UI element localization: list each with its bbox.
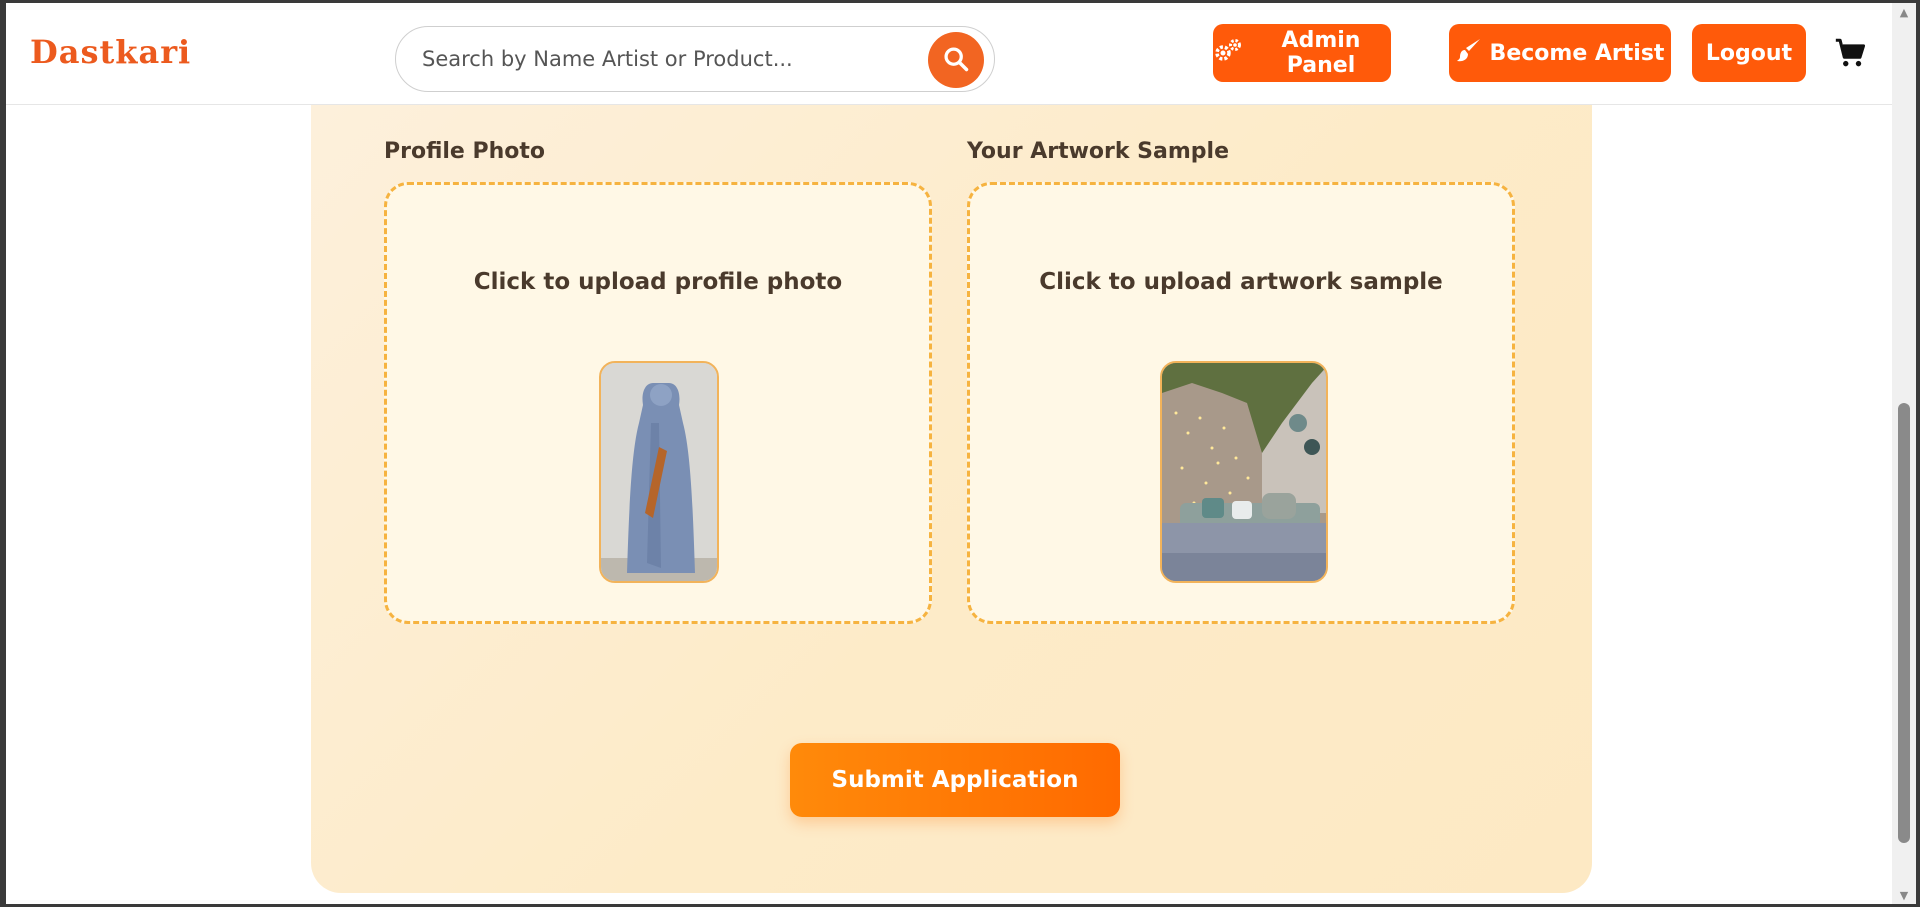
search-bar: [395, 26, 995, 92]
profile-photo-upload[interactable]: Click to upload profile photo: [384, 182, 932, 624]
become-artist-button[interactable]: Become Artist: [1449, 24, 1671, 82]
artwork-sample-preview: [1160, 361, 1328, 583]
profile-upload-text: Click to upload profile photo: [473, 269, 843, 295]
gears-icon: [1213, 37, 1243, 69]
submit-application-button[interactable]: Submit Application: [790, 743, 1120, 817]
cart-button[interactable]: [1832, 37, 1868, 73]
logout-button[interactable]: Logout: [1692, 24, 1806, 82]
vertical-scrollbar[interactable]: ▲ ▼: [1892, 3, 1916, 904]
scroll-up-arrow-icon[interactable]: ▲: [1892, 3, 1916, 21]
admin-panel-button[interactable]: Admin Panel: [1213, 24, 1391, 82]
site-logo[interactable]: Dastkari: [30, 33, 191, 71]
scrollbar-thumb[interactable]: [1898, 403, 1910, 843]
profile-photo-label: Profile Photo: [384, 139, 546, 164]
search-button[interactable]: [928, 32, 984, 88]
admin-panel-label: Admin Panel: [1281, 28, 1361, 78]
top-navbar: Dastkari Admin: [6, 3, 1892, 105]
become-artist-label: Become Artist: [1489, 40, 1665, 66]
paintbrush-icon: [1456, 37, 1482, 69]
cart-icon: [1833, 36, 1867, 74]
profile-photo-preview: [599, 361, 719, 583]
browser-viewport: Dastkari Admin: [6, 3, 1892, 904]
artwork-sample-upload[interactable]: Click to upload artwork sample: [967, 182, 1515, 624]
search-input[interactable]: [422, 39, 902, 79]
artwork-upload-text: Click to upload artwork sample: [1039, 269, 1443, 295]
scroll-down-arrow-icon[interactable]: ▼: [1892, 886, 1916, 904]
artwork-sample-label: Your Artwork Sample: [967, 139, 1229, 164]
search-icon: [942, 45, 970, 76]
